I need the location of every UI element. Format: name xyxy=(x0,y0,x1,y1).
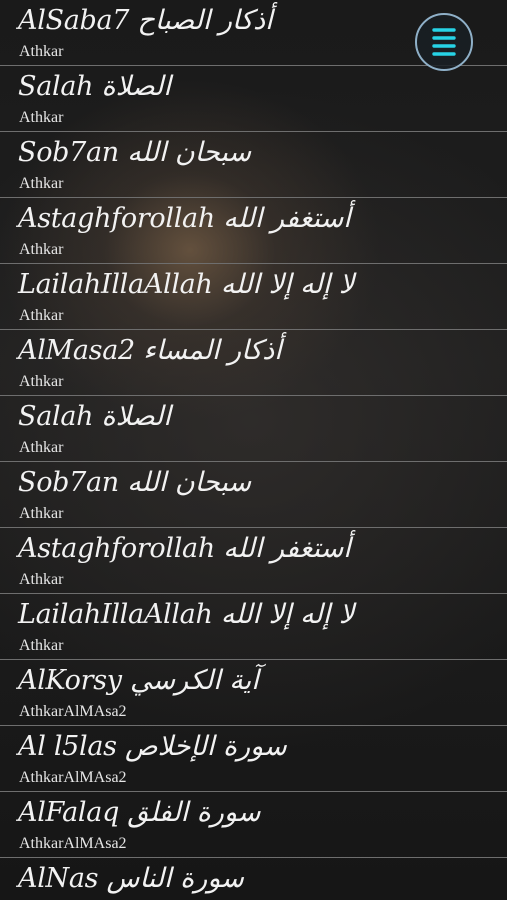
item-subtitle: Athkar xyxy=(19,637,64,654)
item-subtitle: Athkar xyxy=(19,241,64,258)
athkar-list: AlSaba7 أذكار الصباح Athkar Salah الصلاة… xyxy=(0,0,507,900)
item-title: Salah الصلاة xyxy=(18,401,171,432)
item-title: LailahIllaAllah لا إله إلا الله xyxy=(18,269,355,300)
item-subtitle: Athkar xyxy=(19,175,64,192)
item-title: Sob7an سبحان الله xyxy=(18,137,252,168)
list-item[interactable]: Salah الصلاة Athkar xyxy=(0,66,507,132)
item-subtitle: Athkar xyxy=(19,43,64,60)
item-subtitle: Athkar xyxy=(19,307,64,324)
item-title: AlNas سورة الناس xyxy=(18,863,244,894)
list-item[interactable]: AlNas سورة الناس xyxy=(0,858,507,900)
item-title: AlFalaq سورة الفلق xyxy=(18,797,261,828)
list-item[interactable]: Sob7an سبحان الله Athkar xyxy=(0,132,507,198)
item-title: Astaghforollah أستغفر الله xyxy=(18,203,351,234)
hamburger-menu-icon xyxy=(432,28,456,56)
item-title: Al l5las سورة الإخلاص xyxy=(18,731,287,762)
item-subtitle: AthkarAlMAsa2 xyxy=(19,769,127,786)
item-title: LailahIllaAllah لا إله إلا الله xyxy=(18,599,355,630)
list-item[interactable]: Salah الصلاة Athkar xyxy=(0,396,507,462)
item-subtitle: AthkarAlMAsa2 xyxy=(19,835,127,852)
item-subtitle: Athkar xyxy=(19,505,64,522)
menu-button[interactable] xyxy=(415,13,473,71)
list-item[interactable]: LailahIllaAllah لا إله إلا الله Athkar xyxy=(0,594,507,660)
item-title: AlMasa2 أذكار المساء xyxy=(18,335,282,366)
item-title: Salah الصلاة xyxy=(18,71,171,102)
list-item[interactable]: Al l5las سورة الإخلاص AthkarAlMAsa2 xyxy=(0,726,507,792)
list-item[interactable]: Sob7an سبحان الله Athkar xyxy=(0,462,507,528)
item-subtitle: Athkar xyxy=(19,109,64,126)
item-title: AlSaba7 أذكار الصباح xyxy=(18,5,273,36)
item-title: Sob7an سبحان الله xyxy=(18,467,252,498)
item-title: AlKorsy آية الكرسي xyxy=(18,665,259,696)
list-item[interactable]: AlFalaq سورة الفلق AthkarAlMAsa2 xyxy=(0,792,507,858)
item-subtitle: AthkarAlMAsa2 xyxy=(19,703,127,720)
list-item[interactable]: LailahIllaAllah لا إله إلا الله Athkar xyxy=(0,264,507,330)
list-item[interactable]: AlMasa2 أذكار المساء Athkar xyxy=(0,330,507,396)
list-item[interactable]: Astaghforollah أستغفر الله Athkar xyxy=(0,528,507,594)
item-subtitle: Athkar xyxy=(19,571,64,588)
app-screen: AlSaba7 أذكار الصباح Athkar Salah الصلاة… xyxy=(0,0,507,900)
item-subtitle: Athkar xyxy=(19,373,64,390)
list-item[interactable]: AlKorsy آية الكرسي AthkarAlMAsa2 xyxy=(0,660,507,726)
item-subtitle: Athkar xyxy=(19,439,64,456)
list-item[interactable]: Astaghforollah أستغفر الله Athkar xyxy=(0,198,507,264)
item-title: Astaghforollah أستغفر الله xyxy=(18,533,351,564)
